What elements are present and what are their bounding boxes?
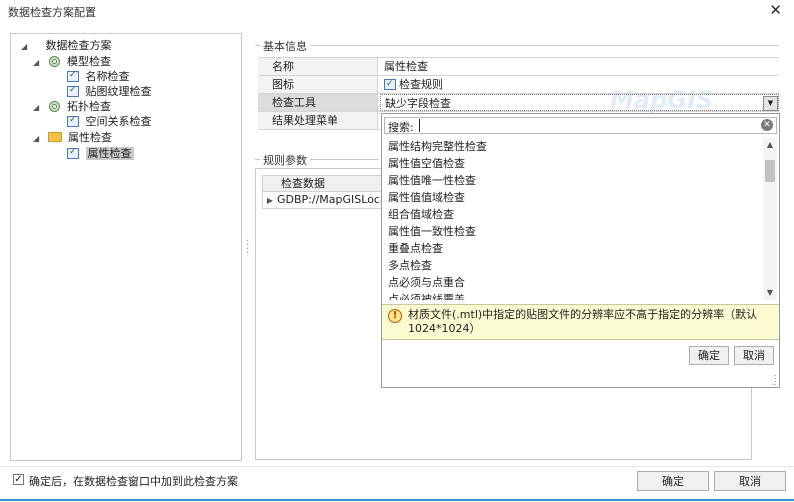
prop-key: 结果处理菜单	[258, 112, 378, 129]
resize-grip-icon[interactable]: ·:.:	[772, 373, 777, 387]
basic-info-title: 基本信息	[260, 38, 310, 54]
tree-group-topology[interactable]: ◢ 拓扑检查	[33, 99, 111, 114]
row-indicator-icon: ▶	[266, 196, 274, 205]
cancel-button[interactable]: 取消	[714, 471, 786, 491]
check-rule-icon	[67, 68, 79, 83]
rule-params-title: 规则参数	[260, 152, 310, 168]
close-icon[interactable]: ✕	[769, 1, 782, 19]
check-rule-icon	[67, 113, 79, 128]
list-item[interactable]: 组合值域检查	[384, 206, 762, 223]
list-scrollbar[interactable]: ▲ ▼	[763, 138, 777, 300]
window-bottom-edge	[0, 497, 794, 501]
tool-combobox[interactable]: 缺少字段检查	[380, 94, 779, 111]
prop-key: 名称	[258, 58, 378, 75]
list-item[interactable]: 点必须与点重合	[384, 274, 762, 291]
list-item[interactable]: 重叠点检查	[384, 240, 762, 257]
collapse-arrow-icon[interactable]: ◢	[33, 100, 44, 115]
dropdown-arrow-icon[interactable]: ▼	[763, 96, 778, 111]
list-item[interactable]: 多点检查	[384, 257, 762, 274]
tree-item-name-check[interactable]: 名称检查	[67, 68, 130, 84]
list-item[interactable]: 点必须被线覆盖	[384, 291, 762, 300]
clear-search-icon[interactable]: ✕	[761, 119, 773, 131]
folder-icon	[47, 132, 62, 142]
tree-group-label: 模型检查	[67, 55, 111, 68]
prop-value-text: 检查规则	[399, 78, 443, 91]
tool-list: 属性结构完整性检查 属性值空值检查 属性值唯一性检查 属性值值域检查 组合值域检…	[384, 138, 762, 300]
tree-item-attribute-check[interactable]: 属性检查	[67, 145, 134, 161]
gear-icon	[48, 101, 60, 112]
description-text: 材质文件(.mtl)中指定的贴图文件的分辨率应不高于指定的分辨率（默认1024*…	[408, 308, 758, 335]
prop-key: 检查工具	[258, 94, 378, 111]
check-rule-icon	[384, 76, 396, 93]
scheme-tree: ◢ 数据检查方案 ◢ 模型检查 名称检查 贴图纹理检查 ◢ 拓扑检查 空间关系检…	[10, 33, 242, 461]
prop-row-icon[interactable]: 图标 检查规则	[258, 76, 779, 94]
collapse-arrow-icon[interactable]: ◢	[21, 39, 32, 54]
scroll-up-icon[interactable]: ▲	[763, 138, 777, 152]
prop-value-icon[interactable]: 检查规则	[380, 76, 779, 93]
warning-icon: !	[388, 309, 402, 323]
tree-item-label: 空间关系检查	[85, 115, 152, 128]
tree-group-model[interactable]: ◢ 模型检查	[33, 54, 111, 69]
prop-key: 图标	[258, 76, 378, 93]
tree-group-attribute[interactable]: ◢ 属性检查	[33, 130, 112, 145]
window-title: 数据检查方案配置	[8, 6, 96, 19]
tool-dropdown-popup: 搜索: ✕ 属性结构完整性检查 属性值空值检查 属性值唯一性检查 属性值值域检查…	[381, 113, 780, 388]
prop-row-name[interactable]: 名称 属性检查	[258, 58, 779, 76]
tree-group-label: 拓扑检查	[67, 100, 111, 113]
prop-row-tool[interactable]: 检查工具 缺少字段检查	[258, 94, 779, 112]
tree-root[interactable]: ◢ 数据检查方案	[21, 38, 112, 53]
add-to-window-label: 确定后，在数据检查窗口中加到此检查方案	[29, 475, 238, 488]
check-rule-icon	[67, 83, 79, 98]
group-divider	[255, 45, 779, 46]
tree-root-label: 数据检查方案	[45, 39, 112, 52]
ok-button[interactable]: 确定	[637, 471, 709, 491]
tree-item-label: 名称检查	[85, 70, 130, 83]
search-label: 搜索:	[388, 121, 414, 134]
list-item[interactable]: 属性值空值检查	[384, 155, 762, 172]
tree-item-label: 贴图纹理检查	[85, 85, 152, 98]
params-row[interactable]: ▶ GDBP://MapGISLocal	[262, 192, 384, 209]
list-item[interactable]: 属性值一致性检查	[384, 223, 762, 240]
collapse-arrow-icon[interactable]: ◢	[33, 55, 44, 70]
popup-ok-button[interactable]: 确定	[689, 346, 729, 365]
tree-group-label: 属性检查	[68, 131, 112, 144]
popup-cancel-button[interactable]: 取消	[734, 346, 774, 365]
collapse-arrow-icon[interactable]: ◢	[33, 131, 44, 146]
scroll-thumb[interactable]	[765, 160, 775, 182]
tree-item-spatial-check[interactable]: 空间关系检查	[67, 113, 152, 129]
rule-description: ! 材质文件(.mtl)中指定的贴图文件的分辨率应不高于指定的分辨率（默认102…	[382, 304, 779, 340]
search-input[interactable]	[419, 119, 759, 132]
scroll-down-icon[interactable]: ▼	[763, 286, 777, 300]
params-column-header[interactable]: 检查数据	[262, 175, 384, 192]
check-rule-icon	[67, 145, 79, 160]
list-item[interactable]: 属性值唯一性检查	[384, 172, 762, 189]
params-row-value: GDBP://MapGISLocal	[277, 193, 384, 206]
gear-icon	[48, 56, 60, 67]
footer-divider	[0, 466, 794, 467]
list-item[interactable]: 属性结构完整性检查	[384, 138, 762, 155]
prop-value[interactable]: 属性检查	[380, 58, 779, 75]
list-item[interactable]: 属性值值域检查	[384, 189, 762, 206]
tree-item-label: 属性检查	[85, 147, 134, 160]
dropdown-search: 搜索: ✕	[384, 117, 777, 134]
tree-item-texture-check[interactable]: 贴图纹理检查	[67, 83, 152, 99]
splitter-grip[interactable]: · · · ·	[246, 237, 249, 259]
title-bar: 数据检查方案配置 ✕	[0, 0, 794, 22]
add-to-window-checkbox[interactable]: ✓	[13, 474, 24, 485]
